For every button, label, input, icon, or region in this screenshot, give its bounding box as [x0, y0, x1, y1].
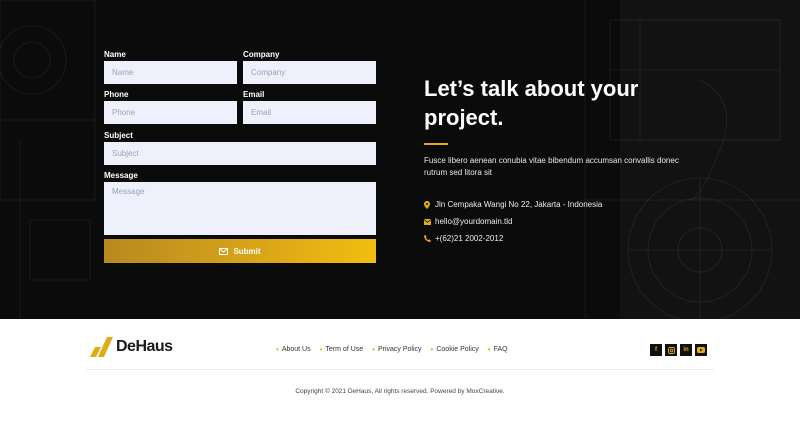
site-footer: DeHaus • About Us • Term of Use • Privacy P…: [0, 319, 800, 427]
subject-label: Subject: [104, 131, 133, 140]
accent-divider: [424, 143, 448, 145]
envelope-icon: [219, 247, 229, 255]
footer-link-label: Cookie Policy: [436, 346, 479, 353]
message-label: Message: [104, 171, 138, 180]
mail-icon: [424, 218, 435, 225]
address-text: Jln Cempaka Wangi No 22, Jakarta - Indon…: [435, 200, 603, 209]
company-input[interactable]: [243, 61, 376, 84]
contact-info: Let’s talk about your project. Fusce lib…: [424, 74, 714, 247]
message-textarea[interactable]: [104, 182, 376, 235]
instagram-icon[interactable]: [665, 344, 677, 356]
footer-divider: [86, 369, 714, 370]
email-label: Email: [243, 90, 265, 99]
submit-label: Submit: [233, 246, 261, 256]
email-text: hello@yourdomain.tld: [435, 217, 513, 226]
phone-label: Phone: [104, 90, 129, 99]
facebook-icon[interactable]: f: [650, 344, 662, 356]
footer-link-privacy-policy[interactable]: • Privacy Policy: [372, 345, 421, 354]
copyright-text: Copyright © 2021 DeHaus, All rights rese…: [295, 388, 505, 395]
phone-text: +(62)21 2002-2012: [435, 234, 504, 243]
subject-input[interactable]: [104, 142, 376, 165]
footer-link-label: About Us: [281, 346, 311, 353]
phone-item[interactable]: +(62)21 2002-2012: [424, 230, 714, 247]
phone-input[interactable]: [104, 101, 237, 124]
footer-link-about-us[interactable]: • About Us: [276, 345, 311, 354]
logo[interactable]: DeHaus: [90, 337, 173, 357]
address-item: Jln Cempaka Wangi No 22, Jakarta - Indon…: [424, 196, 714, 213]
youtube-icon[interactable]: [695, 344, 707, 356]
name-label: Name: [104, 50, 126, 59]
submit-button[interactable]: Submit: [104, 239, 376, 263]
contact-section: Name Company Phone Email Subject Message…: [0, 0, 800, 319]
footer-link-label: FAQ: [493, 346, 508, 353]
company-label: Company: [243, 50, 280, 59]
footer-link-label: Term of Use: [325, 346, 364, 353]
logo-text: DeHaus: [116, 338, 173, 355]
phone-icon: [424, 235, 435, 242]
name-input[interactable]: [104, 61, 237, 84]
email-item[interactable]: hello@yourdomain.tld: [424, 213, 714, 230]
footer-nav: • About Us • Term of Use • Privacy Policy •…: [276, 345, 508, 354]
page-title: Let’s talk about your project.: [424, 76, 639, 130]
footer-link-term-of-use[interactable]: • Term of Use: [320, 345, 364, 354]
social-links: f in: [650, 344, 707, 356]
logo-mark-icon: [90, 337, 113, 357]
email-input[interactable]: [243, 101, 376, 124]
linkedin-icon[interactable]: in: [680, 344, 692, 356]
contact-description: Fusce libero aenean conubia vitae bibend…: [424, 156, 679, 177]
contact-details: Jln Cempaka Wangi No 22, Jakarta - Indon…: [424, 196, 714, 247]
footer-link-cookie-policy[interactable]: • Cookie Policy: [431, 345, 479, 354]
map-pin-icon: [424, 200, 435, 209]
footer-link-label: Privacy Policy: [377, 346, 422, 353]
footer-link-faq[interactable]: • FAQ: [488, 345, 508, 354]
